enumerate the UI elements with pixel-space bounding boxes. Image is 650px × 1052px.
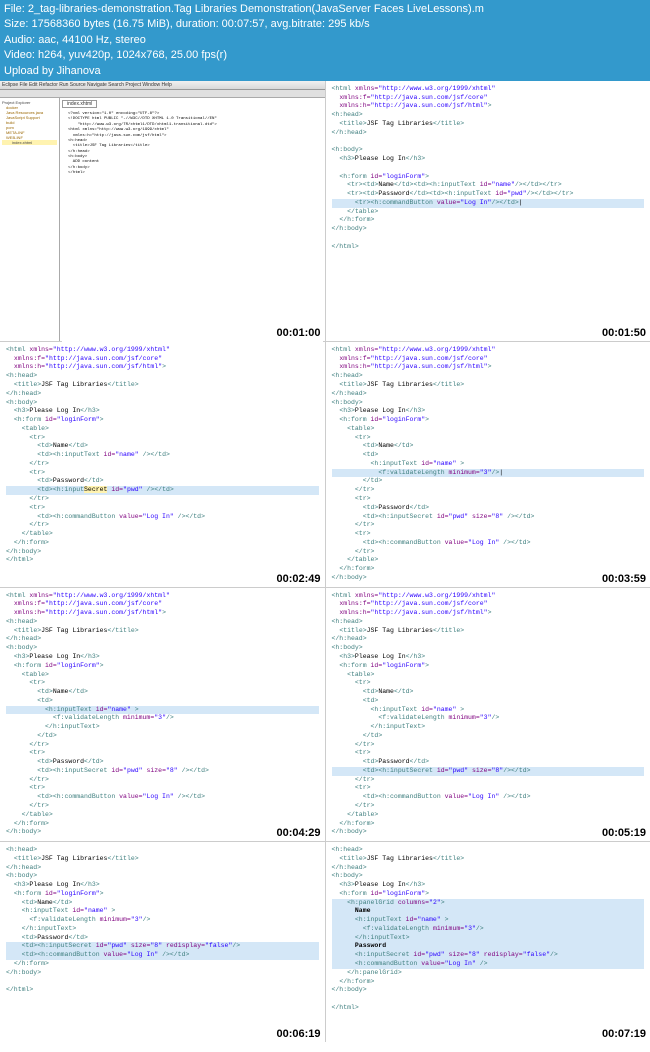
thumbnail-6: <html xmlns="http://www.w3.org/1999/xhtm… <box>326 588 650 841</box>
code-view: <html xmlns="http://www.w3.org/1999/xhtm… <box>0 342 325 587</box>
eclipse-menubar[interactable]: Eclipse File Edit Refactor Run Source Na… <box>0 81 325 90</box>
code-view: <html xmlns="http://www.w3.org/1999/xhtm… <box>0 588 325 841</box>
thumbnail-2: <html xmlns="http://www.w3.org/1999/xhtm… <box>326 81 650 341</box>
file-line: File: 2_tag-libraries-demonstration.Tag … <box>4 2 646 17</box>
editor-tab[interactable]: index.xhtml <box>62 100 97 108</box>
timestamp: 00:04:29 <box>276 827 320 839</box>
thumbnail-4: <html xmlns="http://www.w3.org/1999/xhtm… <box>326 342 650 587</box>
thumbnail-5: <html xmlns="http://www.w3.org/1999/xhtm… <box>0 588 325 841</box>
code-view: <html xmlns="http://www.w3.org/1999/xhtm… <box>326 342 650 587</box>
thumbnail-grid: Eclipse File Edit Refactor Run Source Na… <box>0 81 650 1042</box>
thumbnail-7: <h:head> <title>JSF Tag Libraries</title… <box>0 842 325 1042</box>
project-explorer[interactable]: Project Explorer docker Java Resources j… <box>0 98 60 341</box>
editor-code[interactable]: <?xml version="1.0" encoding="UTF-8"?> <… <box>62 108 323 347</box>
thumbnail-1: Eclipse File Edit Refactor Run Source Na… <box>0 81 325 341</box>
timestamp: 00:06:19 <box>276 1028 320 1040</box>
eclipse-toolbar[interactable] <box>0 90 325 98</box>
upload-line: Upload by Jihanova <box>4 64 646 79</box>
code-view: <h:head> <title>JSF Tag Libraries</title… <box>0 842 325 1042</box>
thumbnail-8: <h:head> <title>JSF Tag Libraries</title… <box>326 842 650 1042</box>
timestamp: 00:03:59 <box>602 573 646 585</box>
size-line: Size: 17568360 bytes (16.75 MiB), durati… <box>4 17 646 32</box>
timestamp: 00:02:49 <box>276 573 320 585</box>
eclipse-ide: Eclipse File Edit Refactor Run Source Na… <box>0 81 325 341</box>
code-view: <html xmlns="http://www.w3.org/1999/xhtm… <box>326 81 650 341</box>
timestamp: 00:05:19 <box>602 827 646 839</box>
timestamp: 00:07:19 <box>602 1028 646 1040</box>
code-view: <html xmlns="http://www.w3.org/1999/xhtm… <box>326 588 650 841</box>
timestamp: 00:01:50 <box>602 327 646 339</box>
eclipse-editor[interactable]: index.xhtml <?xml version="1.0" encoding… <box>60 98 325 341</box>
tree-file-selected[interactable]: index.xhtml <box>2 140 57 145</box>
file-info-header: File: 2_tag-libraries-demonstration.Tag … <box>0 0 650 81</box>
video-line: Video: h264, yuv420p, 1024x768, 25.00 fp… <box>4 48 646 63</box>
thumbnail-3: <html xmlns="http://www.w3.org/1999/xhtm… <box>0 342 325 587</box>
timestamp: 00:01:00 <box>276 327 320 339</box>
audio-line: Audio: aac, 44100 Hz, stereo <box>4 33 646 48</box>
code-view: <h:head> <title>JSF Tag Libraries</title… <box>326 842 650 1042</box>
